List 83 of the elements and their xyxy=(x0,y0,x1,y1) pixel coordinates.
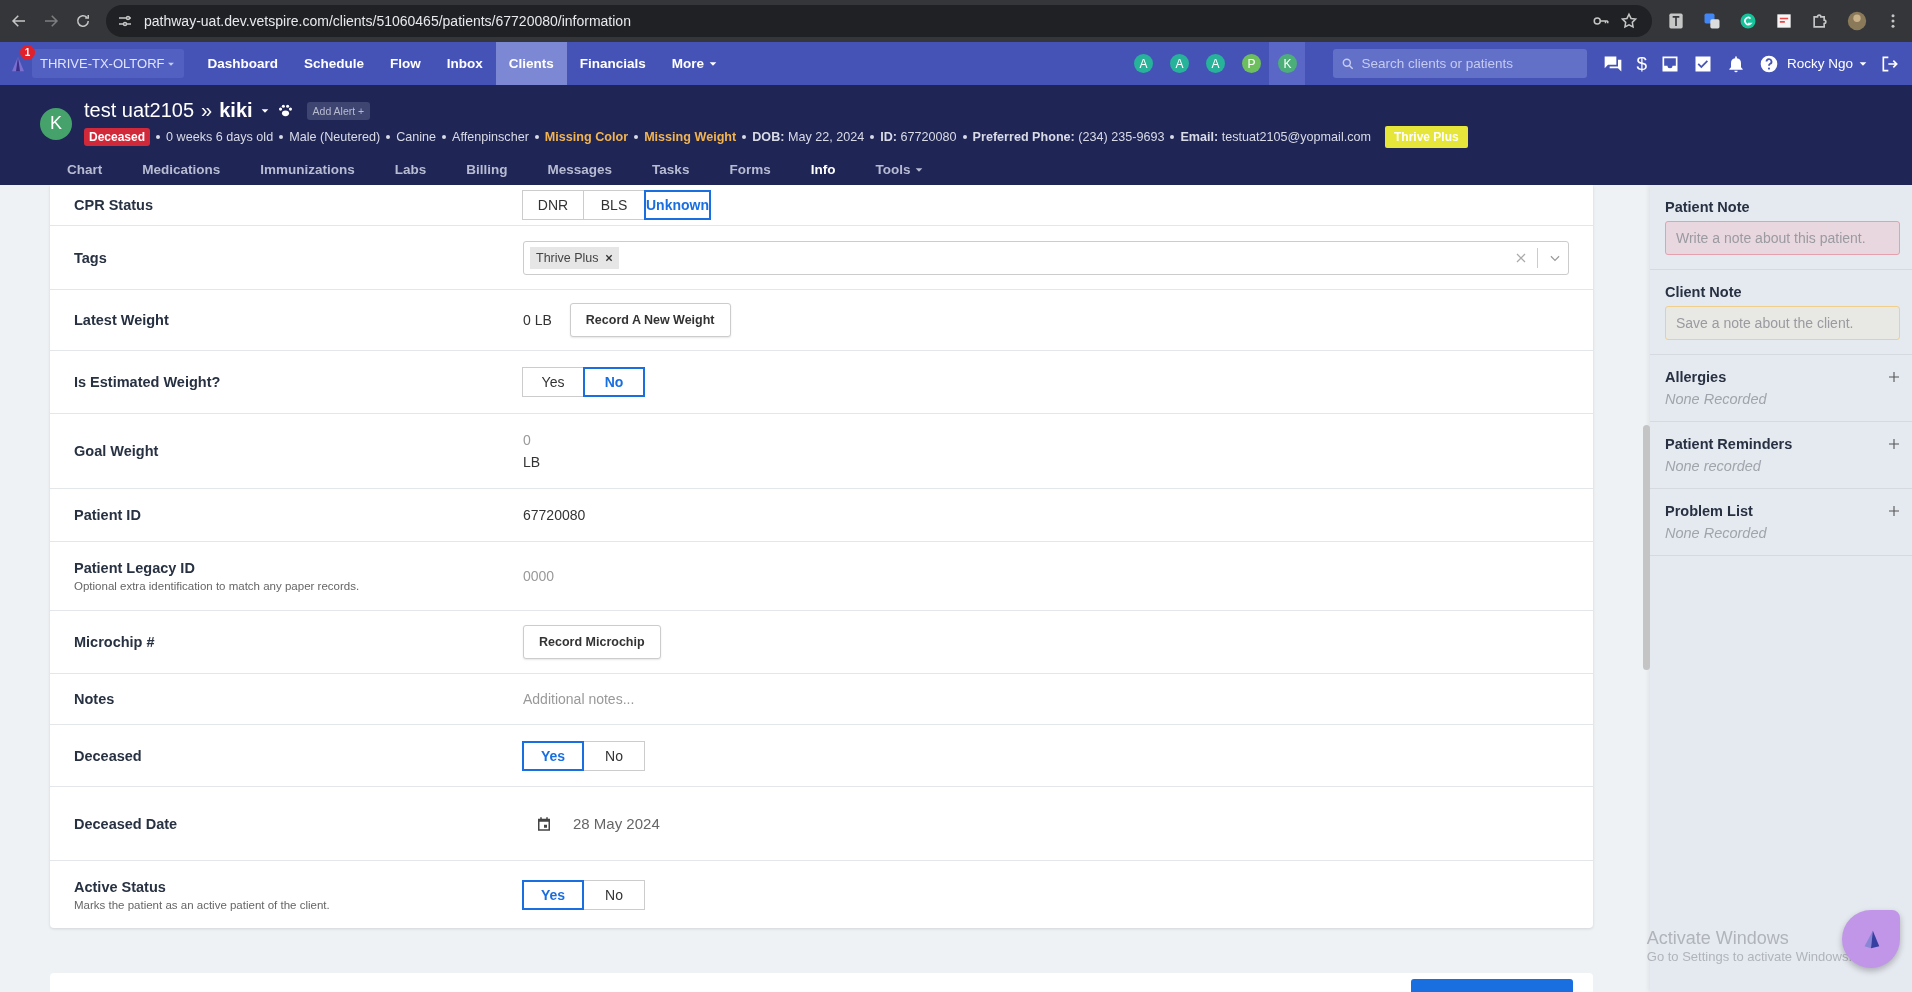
tab[interactable]: Messages xyxy=(537,156,623,188)
empty-state-text: None Recorded xyxy=(1665,391,1768,407)
client-name[interactable]: test uat2105 xyxy=(84,99,195,122)
unit-label: LB xyxy=(523,454,542,470)
field-label: Goal Weight xyxy=(74,443,160,459)
tab[interactable]: Chart xyxy=(57,156,113,188)
section-title: Problem List xyxy=(1665,503,1753,519)
field-label: Active Status xyxy=(74,878,167,895)
patient-detail: DOB: May 22, 2024 xyxy=(752,130,865,144)
nav-item[interactable]: Schedule xyxy=(291,42,377,85)
location-selector[interactable]: THRIVE-TX-OLTORF xyxy=(32,49,185,78)
warning-text: Missing Weight xyxy=(644,130,737,144)
breadcrumb-separator: » xyxy=(201,99,213,122)
field-label: CPR Status xyxy=(74,197,154,213)
avatar-letter: A xyxy=(1169,54,1189,73)
field-label: Is Estimated Weight? xyxy=(74,374,222,390)
add-alert-button[interactable]: Add Alert + xyxy=(306,101,371,120)
toggle-option[interactable]: DNR xyxy=(522,190,584,220)
field-label: Deceased xyxy=(74,747,143,764)
url-text: pathway-uat.dev.vetspire.com/clients/51060465/patients/67720080/information xyxy=(144,13,632,29)
tags-field[interactable]: Thrive Plus xyxy=(523,240,1569,275)
patient-detail: Male (Neutered) xyxy=(289,130,381,144)
toggle-option[interactable]: No xyxy=(583,367,645,397)
tab[interactable]: Tasks xyxy=(642,156,700,188)
field-label: Tags xyxy=(74,249,108,266)
empty-state-text: None Recorded xyxy=(1665,525,1768,541)
warning-text: Missing Color xyxy=(544,130,629,144)
nav-item[interactable]: Clients xyxy=(495,42,567,85)
empty-state-text: None recorded xyxy=(1665,458,1762,474)
field-label: Deceased Date xyxy=(74,815,179,832)
patient-detail: Affenpinscher xyxy=(452,130,529,144)
nav-item[interactable]: Dashboard xyxy=(194,42,291,85)
tab[interactable]: Labs xyxy=(384,156,437,188)
patient-detail: ID: 67720080 xyxy=(880,130,957,144)
field-hint: Optional extra identification to match any paper records. xyxy=(74,580,361,592)
toggle-option[interactable]: No xyxy=(583,740,645,771)
field-label: Patient ID xyxy=(74,507,142,523)
patient-name[interactable]: kiki xyxy=(219,99,253,122)
notification-badge: 1 xyxy=(20,45,35,60)
toggle-option[interactable]: BLS xyxy=(583,190,645,220)
section-title: Patient Reminders xyxy=(1665,436,1793,452)
nav-item[interactable]: More xyxy=(658,42,732,85)
toggle-option[interactable]: No xyxy=(583,879,645,910)
address-bar[interactable]: pathway-uat.dev.vetspire.com/clients/51060465/patients/67720080/information xyxy=(106,5,1652,37)
field-label: Notes xyxy=(74,691,116,707)
tab[interactable]: Billing xyxy=(456,156,518,188)
status-badge: Deceased xyxy=(84,128,151,146)
field-label: Latest Weight xyxy=(74,312,170,328)
toggle-option[interactable]: Unknown xyxy=(644,190,711,220)
avatar-letter: A xyxy=(1133,54,1153,73)
record-microchip-button[interactable]: Record Microchip xyxy=(523,625,661,659)
tab[interactable]: Immunizations xyxy=(250,156,365,188)
user-menu[interactable]: Rocky Ngo xyxy=(1786,56,1868,71)
tab[interactable]: Tools xyxy=(865,156,935,188)
nav-item[interactable]: Financials xyxy=(566,42,659,85)
patient-detail: Preferred Phone: (234) 235-9693 xyxy=(972,130,1165,144)
section-title: Patient Note xyxy=(1665,199,1751,215)
toggle-option[interactable]: Yes xyxy=(522,367,584,397)
date-field[interactable]: 28 May 2024 xyxy=(573,815,660,832)
tab[interactable]: Medications xyxy=(132,156,231,188)
field-label: Microchip # xyxy=(74,634,156,650)
patient-detail: Canine xyxy=(396,130,437,144)
patient-avatar: K xyxy=(40,107,72,140)
section-title: Client Note xyxy=(1665,284,1743,300)
avatar-letter: K xyxy=(1277,54,1297,73)
patient-detail: 0 weeks 6 days old xyxy=(166,130,274,144)
tab[interactable]: Forms xyxy=(719,156,781,188)
section-title: Allergies xyxy=(1665,369,1727,385)
toggle-option[interactable]: Yes xyxy=(522,879,584,910)
weight-value: 0 LB xyxy=(523,312,552,328)
field-hint: Marks the patient as an active patient of the client. xyxy=(74,898,331,911)
toggle-option[interactable]: Yes xyxy=(522,740,584,771)
field-label: Patient Legacy ID xyxy=(74,560,196,576)
avatar-letter: A xyxy=(1205,54,1225,73)
patient-detail: Email: testuat2105@yopmail.com xyxy=(1180,130,1371,144)
nav-item[interactable]: Inbox xyxy=(433,42,496,85)
plan-badge: Thrive Plus xyxy=(1385,126,1468,148)
nav-item[interactable]: Flow xyxy=(377,42,434,85)
tag-chip[interactable]: Thrive Plus xyxy=(530,246,619,269)
billing-dollar-icon[interactable]: $ xyxy=(1636,52,1647,75)
record-weight-button[interactable]: Record A New Weight xyxy=(569,303,731,337)
field-value: 67720080 xyxy=(523,507,586,523)
avatar-letter: P xyxy=(1241,54,1261,73)
